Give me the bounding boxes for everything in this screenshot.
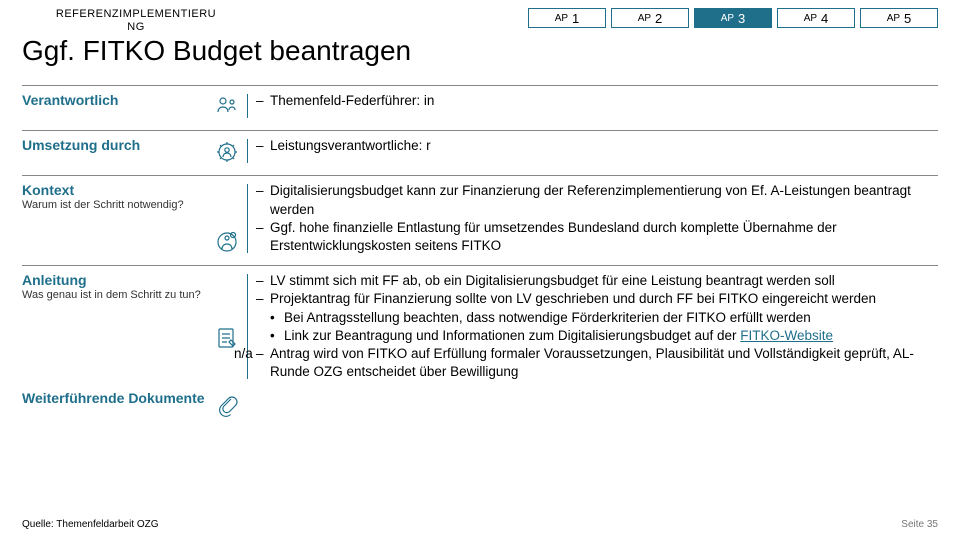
breadcrumb-line2: NG [50, 21, 222, 34]
info-rows: Verantwortlich Themenfeld-Federführer: i… [22, 85, 938, 391]
row-label-docs: Weiterführende Dokumente [22, 390, 205, 407]
row-label: Kontext [22, 182, 207, 198]
row-verantwortlich: Verantwortlich Themenfeld-Federführer: i… [22, 85, 938, 130]
bullet: Leistungsverantwortliche: r [256, 137, 938, 155]
gear-person-icon [207, 137, 247, 165]
page-title: Ggf. FITKO Budget beantragen [22, 35, 938, 67]
bullet: LV stimmt sich mit FF ab, ob ein Digital… [256, 272, 938, 290]
tab-ap1[interactable]: AP1 [528, 8, 606, 28]
bullet: Digitalisierungsbudget kann zur Finanzie… [256, 182, 938, 218]
breadcrumb: REFERENZIMPLEMENTIERU NG [22, 8, 222, 33]
bullet: Ggf. hohe finanzielle Entlastung für ums… [256, 219, 938, 255]
bullet: Projektantrag für Finanzierung sollte vo… [256, 290, 938, 345]
tab-ap5[interactable]: AP5 [860, 8, 938, 28]
sub-bullet: Link zur Beantragung und Informationen z… [270, 327, 938, 345]
paperclip-icon [214, 392, 240, 418]
row-sublabel: Was genau ist in dem Schritt zu tun? [22, 289, 207, 302]
top-bar: REFERENZIMPLEMENTIERU NG AP1 AP2 AP3 AP4… [22, 8, 938, 33]
row-anleitung: Anleitung Was genau ist in dem Schritt z… [22, 265, 938, 391]
row-label: Umsetzung durch [22, 137, 207, 153]
phase-tabs: AP1 AP2 AP3 AP4 AP5 [528, 8, 938, 28]
context-icon [207, 182, 247, 255]
slide-page: REFERENZIMPLEMENTIERU NG AP1 AP2 AP3 AP4… [0, 0, 960, 540]
bullet: n/a Antrag wird von FITKO auf Erfüllung … [256, 345, 938, 381]
tab-ap4[interactable]: AP4 [777, 8, 855, 28]
row-sublabel: Warum ist der Schritt notwendig? [22, 199, 207, 212]
sub-bullet: Bei Antragsstellung beachten, dass notwe… [270, 309, 938, 327]
row-kontext: Kontext Warum ist der Schritt notwendig?… [22, 175, 938, 265]
footer-page-number: Seite 35 [901, 519, 938, 530]
responsible-icon [207, 92, 247, 120]
footer-source: Quelle: Themenfeldarbeit OZG [22, 519, 159, 530]
tab-ap2[interactable]: AP2 [611, 8, 689, 28]
tab-ap3[interactable]: AP3 [694, 8, 772, 28]
row-label: Verantwortlich [22, 92, 207, 108]
row-label: Anleitung [22, 272, 207, 288]
row-umsetzung: Umsetzung durch Leistungsverantwortliche… [22, 130, 938, 175]
fitko-website-link[interactable]: FITKO-Website [740, 328, 833, 343]
breadcrumb-line1: REFERENZIMPLEMENTIERU [50, 8, 222, 21]
na-text: n/a [234, 345, 253, 363]
bullet: Themenfeld-Federführer: in [256, 92, 938, 110]
